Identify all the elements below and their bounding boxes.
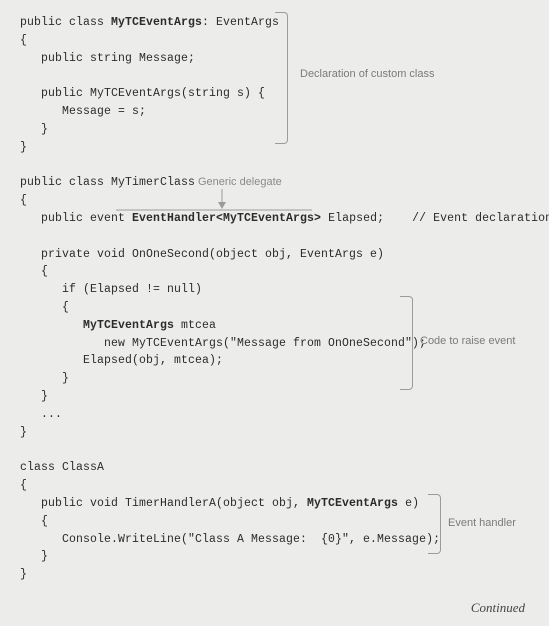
annotation-custom-class: Declaration of custom class (300, 68, 435, 80)
line: public class MyTimerClass (20, 176, 195, 189)
annotation-event-handler: Event handler (448, 517, 516, 529)
line: } (20, 550, 48, 563)
line: public MyTCEventArgs(string s) { (20, 87, 265, 100)
line: } (20, 426, 27, 439)
line: Elapsed(obj, mtcea); (20, 354, 223, 367)
code-figure: public class MyTCEventArgs: EventArgs { … (0, 0, 549, 594)
line: } (20, 372, 69, 385)
line: if (Elapsed != null) (20, 283, 202, 296)
line: } (20, 141, 27, 154)
line: } (20, 568, 27, 581)
line: } (20, 123, 48, 136)
line: } (20, 390, 48, 403)
line: public string Message; (20, 52, 195, 65)
annotation-generic-delegate: Generic delegate (198, 176, 282, 188)
rule-top-icon (116, 208, 312, 212)
line: public void TimerHandlerA(object obj, My… (20, 497, 419, 510)
line: MyTCEventArgs mtcea (20, 319, 216, 332)
line: { (20, 301, 69, 314)
line: Message = s; (20, 105, 146, 118)
line: public class MyTCEventArgs: EventArgs (20, 16, 279, 29)
line: { (20, 479, 27, 492)
line: private void OnOneSecond(object obj, Eve… (20, 248, 384, 261)
bracket-custom-class (275, 12, 288, 144)
line: new MyTCEventArgs("Message from OnOneSec… (20, 337, 426, 350)
line: Console.WriteLine("Class A Message: {0}"… (20, 533, 440, 546)
line: ... (20, 408, 62, 421)
line: { (20, 265, 48, 278)
bracket-event-handler (428, 494, 441, 554)
line: { (20, 34, 27, 47)
line: { (20, 515, 48, 528)
line: { (20, 194, 27, 207)
annotation-raise-event: Code to raise event (420, 335, 515, 347)
line: public event EventHandler<MyTCEventArgs>… (20, 212, 549, 225)
bracket-raise-event (400, 296, 413, 390)
line: class ClassA (20, 461, 104, 474)
